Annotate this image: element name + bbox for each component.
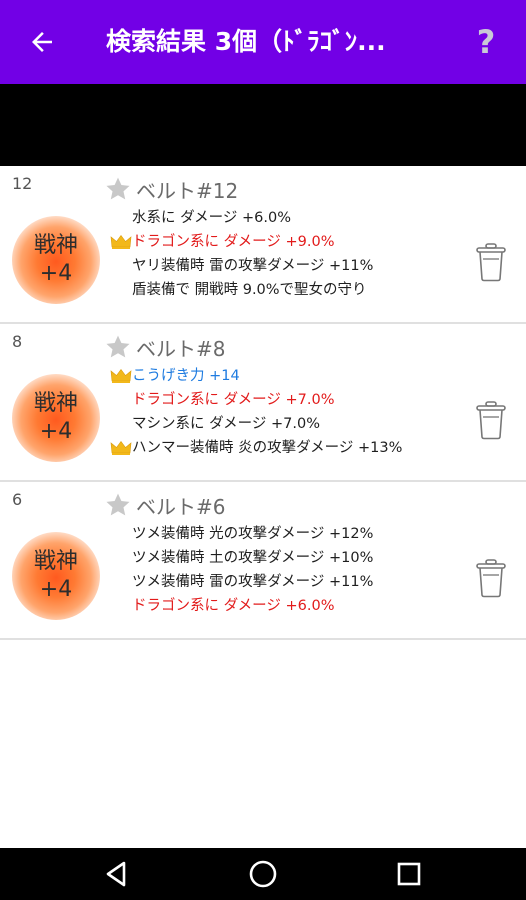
- effect-text: マシン系に ダメージ +7.0%: [132, 416, 320, 432]
- item-title: ベルト#8: [104, 332, 225, 362]
- delete-button[interactable]: [474, 400, 508, 440]
- item-name: ベルト#12: [136, 178, 239, 203]
- trash-icon: [476, 243, 506, 282]
- nav-back-icon: [106, 861, 126, 887]
- star-icon[interactable]: [104, 175, 132, 203]
- effect-line: マシン系に ダメージ +7.0%: [110, 412, 460, 436]
- effect-text: 盾装備で 開戦時 9.0%で聖女の守り: [132, 282, 367, 298]
- page-title: 検索結果 3個（ﾄﾞﾗｺﾞﾝ...: [106, 27, 386, 56]
- result-number: 8: [12, 332, 23, 351]
- result-number: 12: [12, 174, 33, 193]
- badge-rank-level: +4: [39, 419, 73, 444]
- result-row[interactable]: 12 戦神 +4 ベルト#12 水系に ダメージ +6.0% ドラゴン系に ダメージ +9…: [0, 166, 526, 324]
- effect-text: 水系に ダメージ +6.0%: [132, 210, 291, 226]
- ad-banner-area: [0, 84, 526, 166]
- rank-badge: 戦神 +4: [12, 216, 100, 304]
- nav-home-icon: [249, 860, 277, 888]
- star-icon[interactable]: [104, 491, 132, 519]
- badge-rank-label: 戦神: [33, 549, 78, 574]
- back-arrow-icon: [32, 32, 52, 52]
- help-button[interactable]: ?: [466, 20, 506, 64]
- item-title: ベルト#6: [104, 490, 225, 520]
- result-number: 6: [12, 490, 23, 509]
- effect-text: ツメ装備時 土の攻撃ダメージ +10%: [132, 550, 374, 566]
- trash-icon: [476, 401, 506, 440]
- effect-text: ツメ装備時 雷の攻撃ダメージ +11%: [132, 574, 374, 590]
- effect-text: こうげき力 +14: [132, 368, 240, 384]
- nav-recents-button[interactable]: [392, 858, 426, 890]
- app-bar: 検索結果 3個（ﾄﾞﾗｺﾞﾝ... ?: [0, 0, 526, 84]
- badge-rank-label: 戦神: [33, 233, 78, 258]
- back-button[interactable]: [22, 22, 62, 62]
- results-list: 12 戦神 +4 ベルト#12 水系に ダメージ +6.0% ドラゴン系に ダメージ +9…: [0, 166, 526, 640]
- effect-line: ハンマー装備時 炎の攻撃ダメージ +13%: [110, 436, 460, 460]
- nav-home-button[interactable]: [246, 858, 280, 890]
- effects-list: 水系に ダメージ +6.0% ドラゴン系に ダメージ +9.0% ヤリ装備時 雷の攻…: [110, 206, 460, 302]
- nav-recents-icon: [397, 862, 421, 886]
- badge-rank-label: 戦神: [33, 391, 78, 416]
- nav-back-button[interactable]: [100, 858, 134, 890]
- effect-text: ドラゴン系に ダメージ +7.0%: [132, 392, 335, 408]
- effect-line: 盾装備で 開戦時 9.0%で聖女の守り: [110, 278, 460, 302]
- effects-list: ツメ装備時 光の攻撃ダメージ +12% ツメ装備時 土の攻撃ダメージ +10% ツメ…: [110, 522, 460, 618]
- badge-rank-level: +4: [39, 261, 73, 286]
- effect-line: ツメ装備時 雷の攻撃ダメージ +11%: [110, 570, 460, 594]
- trash-icon: [476, 559, 506, 598]
- effect-text: ツメ装備時 光の攻撃ダメージ +12%: [132, 526, 374, 542]
- system-nav-bar: [0, 848, 526, 900]
- rank-badge: 戦神 +4: [12, 374, 100, 462]
- item-name: ベルト#6: [136, 494, 226, 519]
- effect-line: ツメ装備時 光の攻撃ダメージ +12%: [110, 522, 460, 546]
- effect-line: こうげき力 +14: [110, 364, 460, 388]
- rank-badge: 戦神 +4: [12, 532, 100, 620]
- delete-button[interactable]: [474, 242, 508, 282]
- crown-icon: [110, 369, 132, 383]
- effect-line: ツメ装備時 土の攻撃ダメージ +10%: [110, 546, 460, 570]
- crown-icon: [110, 441, 132, 455]
- effect-line: ドラゴン系に ダメージ +9.0%: [110, 230, 460, 254]
- effect-line: ヤリ装備時 雷の攻撃ダメージ +11%: [110, 254, 460, 278]
- effect-text: ヤリ装備時 雷の攻撃ダメージ +11%: [132, 258, 374, 274]
- effect-line: ドラゴン系に ダメージ +6.0%: [110, 594, 460, 618]
- effects-list: こうげき力 +14 ドラゴン系に ダメージ +7.0% マシン系に ダメージ +7.…: [110, 364, 460, 460]
- result-row[interactable]: 8 戦神 +4 ベルト#8 こうげき力 +14 ドラゴン系に ダメージ +7.0% マシン系…: [0, 324, 526, 482]
- effect-line: ドラゴン系に ダメージ +7.0%: [110, 388, 460, 412]
- effect-text: ドラゴン系に ダメージ +6.0%: [132, 598, 335, 614]
- star-icon[interactable]: [104, 333, 132, 361]
- result-row[interactable]: 6 戦神 +4 ベルト#6 ツメ装備時 光の攻撃ダメージ +12% ツメ装備時 土の攻撃ダ…: [0, 482, 526, 640]
- badge-rank-level: +4: [39, 577, 73, 602]
- crown-icon: [110, 235, 132, 249]
- effect-text: ドラゴン系に ダメージ +9.0%: [132, 234, 335, 250]
- effect-text: ハンマー装備時 炎の攻撃ダメージ +13%: [132, 440, 403, 456]
- delete-button[interactable]: [474, 558, 508, 598]
- item-title: ベルト#12: [104, 174, 238, 204]
- item-name: ベルト#8: [136, 336, 226, 361]
- effect-line: 水系に ダメージ +6.0%: [110, 206, 460, 230]
